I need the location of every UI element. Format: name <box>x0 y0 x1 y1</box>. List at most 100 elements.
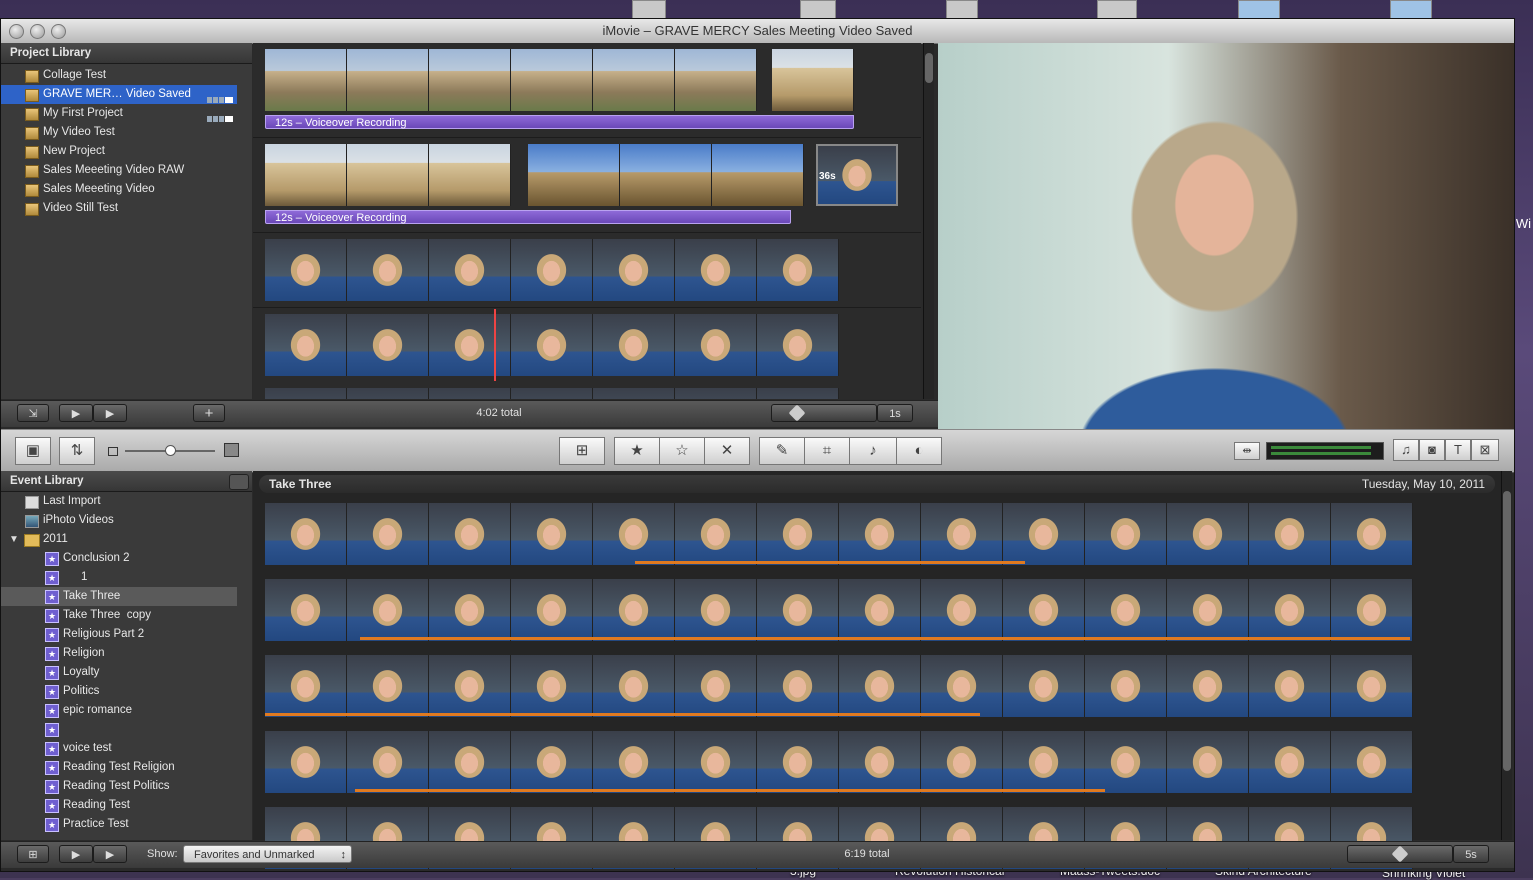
project-item[interactable]: Sales Meeeting Video RAW <box>1 161 237 180</box>
scrollbar-thumb[interactable] <box>1503 491 1511 771</box>
project-item[interactable]: My Video Test <box>1 123 237 142</box>
event-clip-strip[interactable] <box>265 579 1413 641</box>
audio-skimming-button[interactable]: ⇹ <box>1234 442 1260 460</box>
event-clip-strip[interactable] <box>265 503 1413 565</box>
event-item[interactable]: ★ epic romance <box>1 701 237 720</box>
folder-icon <box>24 534 40 547</box>
desktop-file-icon[interactable] <box>946 0 978 20</box>
playhead[interactable] <box>494 309 496 381</box>
disclosure-triangle-icon[interactable]: ▼ <box>9 530 19 549</box>
event-library-list: Last Import iPhoto Videos ▼ 2011 ★ Conclus… <box>1 492 252 840</box>
event-item[interactable]: ★ Practice Test <box>1 815 237 834</box>
project-icon <box>25 146 39 159</box>
clip-strip[interactable] <box>772 49 854 111</box>
desktop-folder-icon[interactable] <box>1390 0 1432 20</box>
project-item-selected[interactable]: GRAVE MER… Video Saved <box>1 85 237 104</box>
event-item[interactable]: iPhoto Videos <box>1 511 237 530</box>
camera-import-button[interactable]: ▣ <box>15 437 51 465</box>
event-item[interactable]: ★ Loyalty <box>1 663 237 682</box>
unmark-button[interactable]: ☆ <box>659 437 705 465</box>
event-library-toggle-button[interactable]: ⊞ <box>17 845 49 863</box>
event-item-label: Reading Test <box>63 799 130 811</box>
titles-browser-button[interactable]: T <box>1445 439 1471 461</box>
inspector-button[interactable]: ◐ <box>896 437 942 465</box>
event-scrollbar[interactable] <box>1501 471 1512 840</box>
project-zoom-slider[interactable] <box>771 404 877 422</box>
event-clip-strip[interactable] <box>265 655 1413 717</box>
title-bar[interactable]: iMovie – GRAVE MERCY Sales Meeting Video… <box>1 19 1514 44</box>
event-item[interactable]: ★ voice test <box>1 739 237 758</box>
clip-strip[interactable] <box>265 144 511 206</box>
scrollbar-thumb[interactable] <box>925 53 933 83</box>
photo-browser-button[interactable]: ◙ <box>1419 439 1445 461</box>
clip-frame <box>528 144 620 206</box>
transitions-browser-button[interactable]: ⊠ <box>1471 439 1499 461</box>
clip-strip[interactable] <box>265 314 839 376</box>
play-fullscreen-button[interactable]: ▶ <box>59 845 93 863</box>
video-viewer[interactable] <box>938 43 1514 429</box>
event-item[interactable]: ★ 1 <box>1 568 237 587</box>
event-item-label: epic romance <box>63 704 133 716</box>
event-item[interactable]: ★ Religion <box>1 644 237 663</box>
clip-frame <box>429 655 511 717</box>
event-item[interactable]: ★ Politics <box>1 682 237 701</box>
popup-arrows-icon: ↕ <box>340 849 347 861</box>
play-fullscreen-button[interactable]: ▶ <box>59 404 93 422</box>
clip-strip[interactable] <box>265 388 839 399</box>
clip-frame <box>347 503 429 565</box>
event-item-selected[interactable]: ★ Take Three <box>1 587 237 606</box>
clip-frame <box>675 579 757 641</box>
show-filter-select[interactable]: Favorites and Unmarked ↕ <box>183 845 352 863</box>
event-clip-strip[interactable] <box>265 731 1413 793</box>
project-item[interactable]: Video Still Test <box>1 199 237 218</box>
project-item[interactable]: Sales Meeeting Video <box>1 180 237 199</box>
project-item[interactable]: My First Project <box>1 104 237 123</box>
reject-button[interactable]: ✕ <box>704 437 750 465</box>
event-year-group[interactable]: ▼ 2011 <box>1 530 237 549</box>
clip-strip[interactable] <box>528 144 804 206</box>
desktop-file-icon[interactable] <box>1097 0 1137 20</box>
desktop-folder-icon[interactable] <box>1238 0 1280 20</box>
voiceover-clip[interactable]: 12s – Voiceover Recording <box>265 210 791 224</box>
event-clip-strip[interactable] <box>265 807 1413 869</box>
project-scrollbar[interactable] <box>923 43 934 399</box>
desktop-file-icon[interactable] <box>800 0 836 20</box>
clip-frame <box>511 388 593 399</box>
volume-button[interactable]: ♪ <box>849 437 897 465</box>
clip-frame <box>429 388 511 399</box>
event-item[interactable]: ★ Conclusion 2 <box>1 549 237 568</box>
music-browser-button[interactable]: ♫ <box>1393 439 1419 461</box>
clip-strip[interactable] <box>265 49 757 111</box>
clip-strip[interactable] <box>265 239 839 301</box>
eject-icon[interactable] <box>229 474 249 490</box>
crop-button[interactable]: ⌗ <box>804 437 850 465</box>
thumbnail-slider-knob[interactable] <box>165 445 176 456</box>
event-star-icon: ★ <box>45 666 59 680</box>
event-item[interactable]: ★ Take Three copy <box>1 606 237 625</box>
event-item[interactable]: ★ <box>1 720 237 739</box>
project-item[interactable]: Collage Test <box>1 66 237 85</box>
desktop-file-icon[interactable] <box>632 0 666 20</box>
clip-frame <box>1085 655 1167 717</box>
play-button[interactable]: ▶ <box>93 404 127 422</box>
event-item[interactable]: ★ Reading Test Religion <box>1 758 237 777</box>
voiceover-clip[interactable]: 12s – Voiceover Recording <box>265 115 854 129</box>
event-item[interactable]: ★ Reading Test <box>1 796 237 815</box>
new-project-button[interactable]: + <box>193 404 225 422</box>
show-label: Show: <box>147 848 178 860</box>
keyword-button[interactable]: ✎ <box>759 437 805 465</box>
clip-frame <box>757 388 839 399</box>
favorite-marker <box>265 713 980 716</box>
event-item-label: Religious Part 2 <box>63 628 145 640</box>
swap-events-projects-button[interactable]: ⇅ <box>59 437 95 465</box>
clip-frame <box>1331 579 1413 641</box>
event-item[interactable]: ★ Religious Part 2 <box>1 625 237 644</box>
project-library-toggle-button[interactable]: ⇲ <box>17 404 49 422</box>
audio-level-bar <box>1271 446 1371 449</box>
play-button[interactable]: ▶ <box>93 845 127 863</box>
event-item[interactable]: ★ Reading Test Politics <box>1 777 237 796</box>
mark-favorite-button[interactable]: ★ <box>614 437 660 465</box>
event-item[interactable]: Last Import <box>1 492 237 511</box>
add-to-project-button[interactable]: ⊞ <box>559 437 605 465</box>
project-item[interactable]: New Project <box>1 142 237 161</box>
